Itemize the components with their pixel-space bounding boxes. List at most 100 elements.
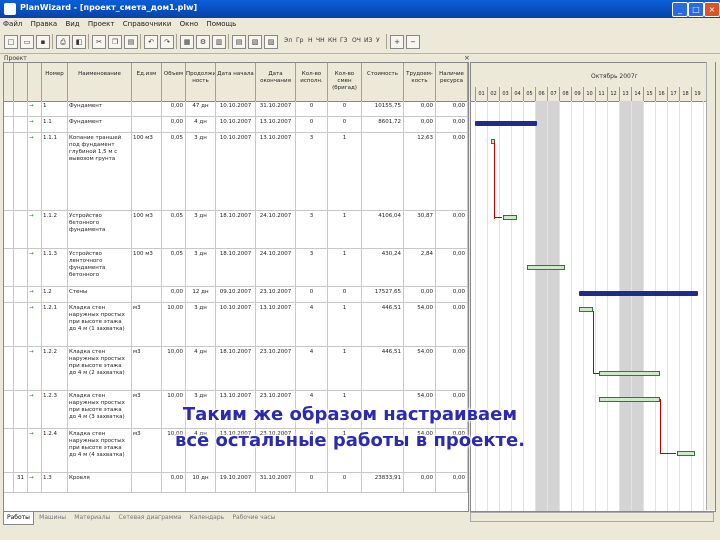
- tab-machines[interactable]: Машины: [36, 512, 69, 524]
- cell-resource[interactable]: 0,00: [436, 473, 468, 492]
- cell-name[interactable]: Устройство бетонного фундамента: [68, 211, 132, 248]
- redo-icon[interactable]: ↷: [160, 35, 174, 49]
- row-index[interactable]: [14, 211, 28, 248]
- cell-volume[interactable]: 0,00: [162, 287, 186, 302]
- task-bar[interactable]: [502, 215, 517, 220]
- cell-executors[interactable]: 0: [296, 101, 328, 116]
- cell-labor[interactable]: 30,87: [404, 211, 436, 248]
- task-bar[interactable]: [598, 371, 660, 376]
- cell-number[interactable]: 1: [42, 101, 68, 116]
- cell-labor[interactable]: 12,63: [404, 133, 436, 210]
- cell-resource[interactable]: 0,00: [436, 211, 468, 248]
- row-index[interactable]: [14, 287, 28, 302]
- row-index[interactable]: [14, 303, 28, 346]
- gantt-view-icon[interactable]: ▤: [232, 35, 246, 49]
- paste-icon[interactable]: ▤: [124, 35, 138, 49]
- row-index[interactable]: [14, 391, 28, 428]
- row-index[interactable]: [14, 133, 28, 210]
- save-icon[interactable]: ▪: [36, 35, 50, 49]
- cell-labor[interactable]: 54,00: [404, 347, 436, 390]
- cell-shifts[interactable]: 0: [328, 117, 362, 132]
- cell-resource[interactable]: 0,00: [436, 287, 468, 302]
- cell-duration[interactable]: 3 дн: [186, 133, 216, 210]
- row-index[interactable]: [14, 249, 28, 286]
- summary-bar[interactable]: [475, 121, 538, 126]
- cell-start[interactable]: 18.10.2007: [216, 347, 256, 390]
- cell-unit[interactable]: [132, 101, 162, 116]
- cell-cost[interactable]: 23833,91: [362, 473, 404, 492]
- horizontal-scrollbar[interactable]: [470, 512, 714, 522]
- task-bar[interactable]: [579, 307, 593, 312]
- cell-cost[interactable]: 430,24: [362, 249, 404, 286]
- menu-window[interactable]: Окно: [177, 18, 202, 31]
- cell-end[interactable]: 13.10.2007: [256, 303, 296, 346]
- cell-number[interactable]: 1.1.2: [42, 211, 68, 248]
- zoom-in-icon[interactable]: +: [390, 35, 404, 49]
- cell-number[interactable]: 1.1: [42, 117, 68, 132]
- header-labor[interactable]: Трудоем-кость: [404, 63, 436, 101]
- cell-name[interactable]: Копание траншей под фундамент глубиной 1…: [68, 133, 132, 210]
- cell-number[interactable]: 1.2: [42, 287, 68, 302]
- cell-duration[interactable]: 3 дн: [186, 303, 216, 346]
- toolbar-label[interactable]: ОЧ: [352, 37, 361, 44]
- chart-icon[interactable]: ▥: [212, 35, 226, 49]
- cell-unit[interactable]: [132, 473, 162, 492]
- cell-cost[interactable]: 446,51: [362, 347, 404, 390]
- cell-unit[interactable]: 100 м3: [132, 249, 162, 286]
- cell-end[interactable]: 31.10.2007: [256, 473, 296, 492]
- table-row[interactable]: → 1.1.1 Копание траншей под фундамент глуб…: [4, 133, 468, 211]
- cell-name[interactable]: Кладка стен наружных простых при высоте …: [68, 347, 132, 390]
- cell-start[interactable]: 09.10.2007: [216, 287, 256, 302]
- header-unit[interactable]: Ед.изм: [132, 63, 162, 101]
- cell-executors[interactable]: 0: [296, 473, 328, 492]
- menu-project[interactable]: Проект: [85, 18, 118, 31]
- table-icon[interactable]: ▦: [180, 35, 194, 49]
- cell-end[interactable]: 31.10.2007: [256, 101, 296, 116]
- cell-name[interactable]: Фундамент: [68, 101, 132, 116]
- table-row[interactable]: → 1.2 Стены 0,00 12 дн 09.10.2007 23.10.2007 0 0…: [4, 287, 468, 303]
- cell-name[interactable]: Кладка стен наружных простых при высоте …: [68, 429, 132, 472]
- tab-working-hours[interactable]: Рабочие часы: [229, 512, 278, 524]
- cell-number[interactable]: 1.1.3: [42, 249, 68, 286]
- cell-cost[interactable]: 446,51: [362, 303, 404, 346]
- cell-volume[interactable]: 0,05: [162, 133, 186, 210]
- cell-resource[interactable]: 0,00: [436, 101, 468, 116]
- cell-resource[interactable]: 0,00: [436, 249, 468, 286]
- cell-number[interactable]: 1.2.4: [42, 429, 68, 472]
- header-end[interactable]: Дата окончания: [256, 63, 296, 101]
- cell-unit[interactable]: 100 м3: [132, 133, 162, 210]
- cell-start[interactable]: 10.10.2007: [216, 133, 256, 210]
- cell-labor[interactable]: 0,00: [404, 101, 436, 116]
- cell-duration[interactable]: 3 дн: [186, 211, 216, 248]
- cell-start[interactable]: 19.10.2007: [216, 473, 256, 492]
- new-file-icon[interactable]: □: [4, 35, 18, 49]
- cell-duration[interactable]: 4 дн: [186, 117, 216, 132]
- cell-number[interactable]: 1.2.1: [42, 303, 68, 346]
- cell-shifts[interactable]: 1: [328, 303, 362, 346]
- task-bar[interactable]: [598, 397, 660, 402]
- header-shifts[interactable]: Кол-во смен (бригад): [328, 63, 362, 101]
- menu-edit[interactable]: Правка: [28, 18, 61, 31]
- open-folder-icon[interactable]: ▭: [20, 35, 34, 49]
- settings-icon[interactable]: ⚙: [196, 35, 210, 49]
- tab-works[interactable]: Работы: [3, 512, 34, 525]
- cell-resource[interactable]: 0,00: [436, 133, 468, 210]
- cell-labor[interactable]: 0,00: [404, 473, 436, 492]
- cell-volume[interactable]: 10,00: [162, 347, 186, 390]
- cell-cost[interactable]: 4106,04: [362, 211, 404, 248]
- cell-shifts[interactable]: 1: [328, 347, 362, 390]
- toolbar-label[interactable]: У: [376, 37, 380, 44]
- menu-view[interactable]: Вид: [62, 18, 82, 31]
- table-row[interactable]: → 1.1.3 Устройство ленточного фундамента б…: [4, 249, 468, 287]
- cell-executors[interactable]: 0: [296, 117, 328, 132]
- toolbar-label[interactable]: Н: [308, 37, 313, 44]
- cell-executors[interactable]: 3: [296, 133, 328, 210]
- cell-cost[interactable]: 8601,72: [362, 117, 404, 132]
- cell-end[interactable]: 13.10.2007: [256, 117, 296, 132]
- cell-shifts[interactable]: 0: [328, 101, 362, 116]
- table-row[interactable]: 31 → 1.3 Кровля 0,00 10 дн 19.10.2007 31.10.200…: [4, 473, 468, 493]
- task-bar[interactable]: [676, 451, 695, 456]
- header-cost[interactable]: Стоимость: [362, 63, 404, 101]
- cell-shifts[interactable]: 1: [328, 211, 362, 248]
- header-number[interactable]: Номер: [42, 63, 68, 101]
